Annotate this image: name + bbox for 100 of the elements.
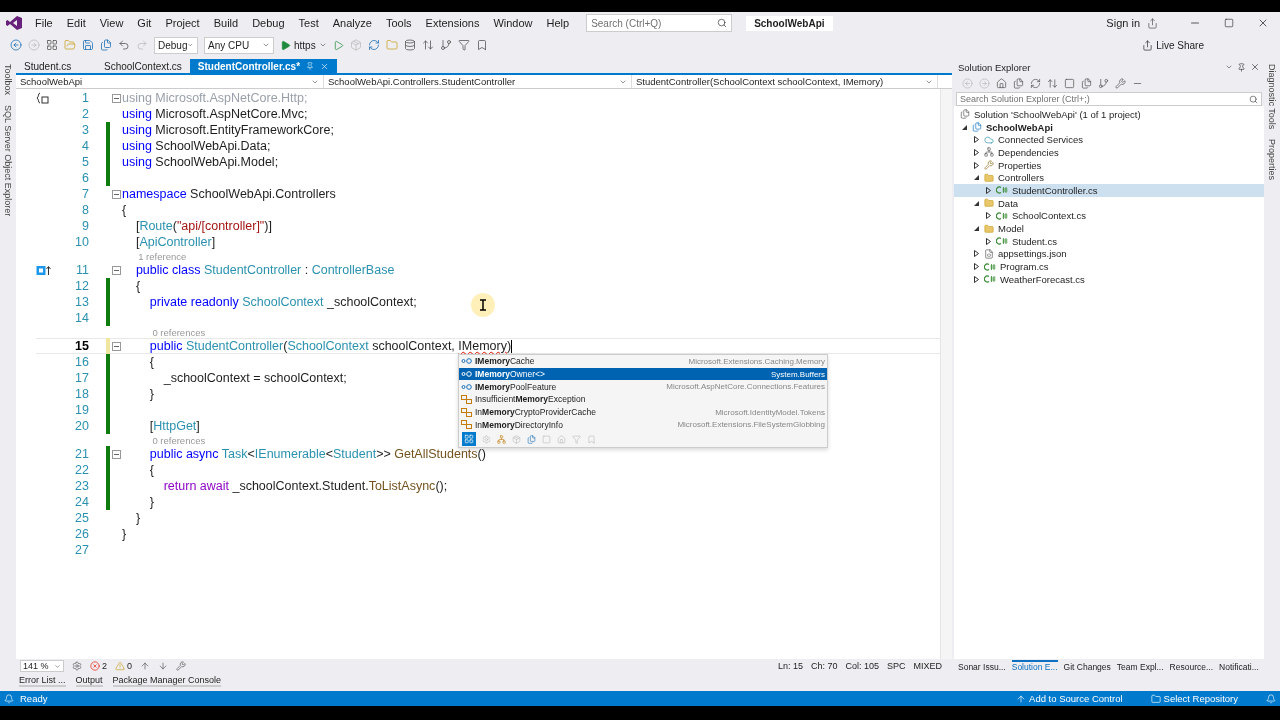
menu-item[interactable]: Window [486,17,540,29]
branch-icon[interactable] [439,39,452,51]
previous-icon[interactable] [140,661,151,671]
menu-item[interactable]: Project [158,17,207,29]
refresh-icon[interactable] [367,39,380,51]
home-icon[interactable] [996,77,1007,89]
tree-item[interactable]: appsettings.json [954,247,1264,261]
open-folder-icon[interactable] [64,39,76,51]
tree-item[interactable]: Properties [954,158,1264,172]
expanded-arrow-icon[interactable] [972,174,980,182]
collapsed-arrow-icon[interactable] [972,275,980,283]
collapsed-arrow-icon[interactable] [972,161,980,169]
platform-dropdown[interactable]: Any CPU [204,36,274,54]
panel-tab[interactable]: Notificati... [1219,660,1259,672]
side-tab[interactable]: Diagnostic Tools [1267,64,1277,130]
expanded-arrow-icon[interactable] [972,225,980,233]
error-count[interactable]: 2 [90,661,107,671]
menu-item[interactable]: Extensions [418,17,487,29]
repository-button[interactable]: Select Repository [1150,693,1238,704]
panel-tab[interactable]: Solution E... [1011,660,1058,672]
pin-icon[interactable] [306,62,315,70]
source-control-button[interactable]: Add to Source Control [1016,693,1123,704]
menu-item[interactable]: Edit [59,17,93,29]
completion-item[interactable]: IMemoryCache Microsoft.Extensions.Caching.Memory [459,355,827,368]
tree-item[interactable]: Program.cs [954,260,1264,273]
filter-icon[interactable] [457,39,470,51]
warning-count[interactable]: 0 [115,661,133,671]
notifications-icon[interactable] [1266,693,1276,704]
completion-item[interactable]: InMemoryDirectoryInfo Microsoft.Extensions.FileSystemGlobbing [459,418,827,432]
collapse-toggle[interactable] [111,449,121,459]
caret-icon[interactable] [1225,63,1233,71]
restore-icon[interactable] [1224,18,1234,28]
tree-item[interactable]: Model [954,222,1264,235]
menu-item[interactable]: Git [130,17,159,29]
sync-icon[interactable] [1047,77,1058,89]
tool-window-tab[interactable]: Output [75,675,103,687]
save-all-icon[interactable] [100,39,112,51]
menu-item[interactable]: Help [539,17,577,29]
collapsed-arrow-icon[interactable] [984,212,992,220]
properties-icon[interactable] [1115,77,1126,89]
navigation-dropdown[interactable]: StudentController(SchoolContext schoolContext, IMemory) [632,75,938,88]
tool-window-tab[interactable]: Error List ... [19,675,66,687]
live-share-button[interactable]: Live Share [1142,39,1204,51]
expand-filter-button[interactable] [462,432,476,447]
menu-item[interactable]: View [92,17,131,29]
tree-item[interactable]: StudentController.cs [954,184,1264,197]
expanded-arrow-icon[interactable] [960,123,968,131]
configuration-dropdown[interactable]: Debug [154,36,198,54]
menu-item[interactable]: Build [206,17,246,29]
collapse-toggle[interactable] [111,265,121,275]
tree-item[interactable]: WeatherForecast.cs [954,272,1264,286]
zoom-dropdown[interactable]: 141 % [20,660,64,672]
close-icon[interactable] [1250,62,1260,72]
completion-item[interactable]: InMemoryCryptoProviderCache Microsoft.IdentityModel.Tokens [459,405,827,419]
collapse-toggle[interactable] [111,341,121,351]
database-icon[interactable] [403,39,416,51]
completion-item[interactable]: InsufficientMemoryException [459,393,827,406]
collapse-toggle[interactable] [111,189,121,199]
tree-item[interactable]: Connected Services [954,133,1264,147]
document-tab[interactable]: SchoolContext.cs [96,59,190,73]
back-icon[interactable] [10,39,22,51]
panel-tab[interactable]: Sonar Issu... [958,660,1006,672]
collapsed-arrow-icon[interactable] [972,263,980,271]
sign-in-link[interactable]: Sign in [1099,17,1147,29]
pin-icon[interactable] [1237,62,1246,72]
document-tab[interactable]: StudentController.cs* [189,59,338,73]
tree-item[interactable]: SchoolContext.cs [954,209,1264,223]
solution-item[interactable]: Solution 'SchoolWebApi' (1 of 1 project) [954,108,1264,121]
collapsed-arrow-icon[interactable] [972,250,980,258]
side-tab[interactable]: Toolbox [3,64,13,96]
side-tab[interactable]: Properties [1267,139,1277,181]
save-icon[interactable] [82,39,94,51]
tree-item[interactable]: Dependencies [954,146,1264,159]
menu-item[interactable]: Test [291,17,326,29]
search-field[interactable]: Search (Ctrl+Q) [586,14,733,32]
collapsed-arrow-icon[interactable] [972,136,980,144]
completion-item[interactable]: IMemoryOwner<> System.Buffers [459,367,827,381]
menu-item[interactable]: Debug [245,17,292,29]
tree-item[interactable]: SchoolWebApi [954,120,1264,134]
tree-item[interactable]: Student.cs [954,234,1264,248]
overriding-icon[interactable] [36,264,52,276]
navigation-dropdown[interactable]: SchoolWebApi.Controllers.StudentController [324,75,632,88]
collapse-toggle[interactable] [111,93,121,103]
menu-item[interactable]: Analyze [325,17,379,29]
show-all-files-icon[interactable] [1081,77,1092,89]
bookmark-icon[interactable] [475,39,488,51]
tree-item[interactable]: Controllers [954,171,1264,185]
navigation-dropdown[interactable]: SchoolWebApi [16,75,324,88]
document-tab[interactable]: Student.cs [16,59,96,73]
expanded-arrow-icon[interactable] [972,199,980,207]
collapsed-arrow-icon[interactable] [984,237,992,245]
completion-item[interactable]: IMemoryPoolFeature Microsoft.AspNetCore.Connections.Features [459,380,827,394]
menu-item[interactable]: Tools [378,17,419,29]
scrollbar[interactable] [940,89,952,659]
collapsed-arrow-icon[interactable] [984,186,992,194]
side-tab[interactable]: SQL Server Object Explorer [3,105,13,217]
run-button[interactable]: https [280,39,327,51]
undo-icon[interactable] [118,39,130,51]
next-icon[interactable] [158,661,169,671]
panel-tab[interactable]: Resource... [1169,660,1214,672]
